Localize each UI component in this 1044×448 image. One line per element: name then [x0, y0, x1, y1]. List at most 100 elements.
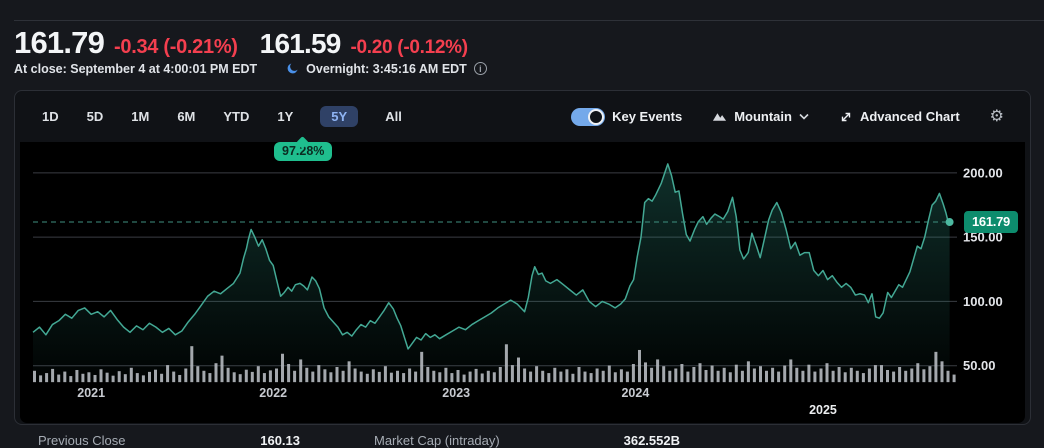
- volume-bar: [867, 368, 871, 383]
- volume-bar: [51, 368, 55, 383]
- volume-bar: [462, 374, 466, 383]
- volume-bar: [783, 365, 787, 383]
- volume-bar: [347, 361, 351, 383]
- volume-bar: [323, 369, 327, 383]
- volume-bar: [541, 370, 545, 383]
- volume-bar: [916, 363, 920, 383]
- volume-bar: [595, 368, 599, 383]
- info-icon[interactable]: i: [473, 62, 487, 75]
- volume-bar: [886, 369, 889, 383]
- volume-bar: [220, 355, 224, 383]
- volume-bar: [698, 363, 702, 383]
- key-events-toggle[interactable]: [571, 107, 606, 126]
- volume-bar: [365, 373, 369, 383]
- volume-bar: [238, 374, 242, 383]
- volume-bar: [583, 371, 587, 383]
- volume-bar: [141, 375, 145, 383]
- toggle-knob: [588, 108, 605, 125]
- volume-bar: [892, 371, 896, 383]
- settings-gear-icon[interactable]: ⚙: [990, 108, 1004, 125]
- range-1y[interactable]: 1Y: [276, 106, 294, 127]
- volume-bar: [746, 361, 750, 383]
- price-change: -0.34 (-0.21%): [114, 36, 238, 58]
- chart-card: 1D 5D 1M 6M YTD 1Y 5Y All Key Events Mou…: [14, 90, 1031, 425]
- volume-bar: [910, 368, 914, 383]
- volume-bar: [873, 365, 877, 383]
- volume-bar: [837, 366, 841, 383]
- stat-previous-close: Previous Close 160.13: [38, 433, 300, 448]
- range-ytd[interactable]: YTD: [222, 106, 250, 127]
- range-5y[interactable]: 5Y: [320, 106, 359, 127]
- volume-bar: [426, 366, 430, 383]
- volume-bar: [656, 359, 660, 383]
- volume-bar: [704, 369, 708, 383]
- volume-bar: [692, 366, 696, 383]
- range-selector: 1D 5D 1M 6M YTD 1Y 5Y All: [41, 106, 403, 127]
- volume-bar: [480, 373, 484, 383]
- stat-label: Previous Close: [38, 433, 126, 448]
- volume-bar: [607, 365, 611, 383]
- volume-bar: [759, 366, 762, 383]
- volume-bar: [523, 368, 527, 383]
- x-axis-label: 2021: [77, 386, 105, 400]
- volume-bar: [831, 370, 835, 383]
- mountain-icon: [713, 113, 727, 121]
- stat-value: 160.13: [260, 433, 300, 448]
- expand-arrow-icon: [841, 112, 851, 121]
- volume-bar: [184, 368, 188, 383]
- volume-bar: [93, 374, 97, 383]
- range-all[interactable]: All: [384, 106, 403, 127]
- range-5d[interactable]: 5D: [86, 106, 105, 127]
- volume-bar: [662, 366, 666, 383]
- volume-bar: [710, 365, 714, 383]
- volume-bar: [517, 357, 520, 383]
- stats-row: Previous Close 160.13 Market Cap (intrad…: [14, 433, 1031, 448]
- volume-bar: [492, 372, 496, 383]
- stat-value: 362.552B: [623, 433, 680, 448]
- volume-bar: [843, 372, 847, 383]
- volume-bar: [123, 374, 127, 383]
- volume-bar: [765, 370, 768, 383]
- volume-bar: [940, 361, 944, 383]
- advanced-chart-button[interactable]: Advanced Chart: [839, 109, 960, 124]
- header-divider: [14, 20, 1044, 21]
- volume-bar: [728, 372, 732, 383]
- volume-bar: [87, 372, 91, 383]
- chart-type-selector[interactable]: Mountain: [712, 109, 809, 124]
- volume-bar: [450, 373, 454, 383]
- volume-bar: [371, 369, 375, 383]
- volume-bar: [801, 370, 805, 383]
- overnight-price: 161.59: [259, 28, 342, 59]
- volume-bar: [39, 375, 43, 383]
- volume-bar: [154, 369, 157, 383]
- volume-bar: [275, 368, 278, 383]
- plot-area: 200.00 150.00 100.00 50.00 2021 2022 2023 2024 2…: [20, 142, 1025, 423]
- range-6m[interactable]: 6M: [176, 106, 196, 127]
- volume-bar: [486, 370, 490, 383]
- volume-bar: [268, 370, 272, 383]
- volume-bar: [855, 370, 859, 383]
- volume-bar: [311, 371, 315, 383]
- volume-bar: [565, 369, 569, 383]
- volume-bar: [414, 371, 418, 383]
- volume-bar: [650, 367, 654, 383]
- volume-bar: [934, 351, 938, 383]
- volume-bar: [601, 370, 605, 383]
- moon-icon: [285, 61, 300, 76]
- range-1d[interactable]: 1D: [41, 106, 60, 127]
- volume-bar: [135, 373, 139, 383]
- price-chart[interactable]: 200.00150.00100.0050.002021 2022 2023 20242…: [20, 142, 1025, 423]
- range-1m[interactable]: 1M: [130, 106, 150, 127]
- range-gain-badge: 97.28%: [274, 142, 333, 161]
- volume-bar: [752, 368, 756, 383]
- volume-bar: [45, 373, 49, 383]
- volume-bar: [305, 367, 309, 383]
- volume-bar: [686, 371, 690, 383]
- volume-bar: [172, 371, 176, 383]
- x-axis-label: 2022: [259, 386, 287, 400]
- volume-bar: [928, 366, 932, 383]
- volume-bar: [57, 374, 61, 383]
- at-close-note: At close: September 4 at 4:00:01 PM EDT: [14, 61, 258, 76]
- volume-bar: [148, 371, 151, 383]
- volume-bar: [777, 371, 781, 383]
